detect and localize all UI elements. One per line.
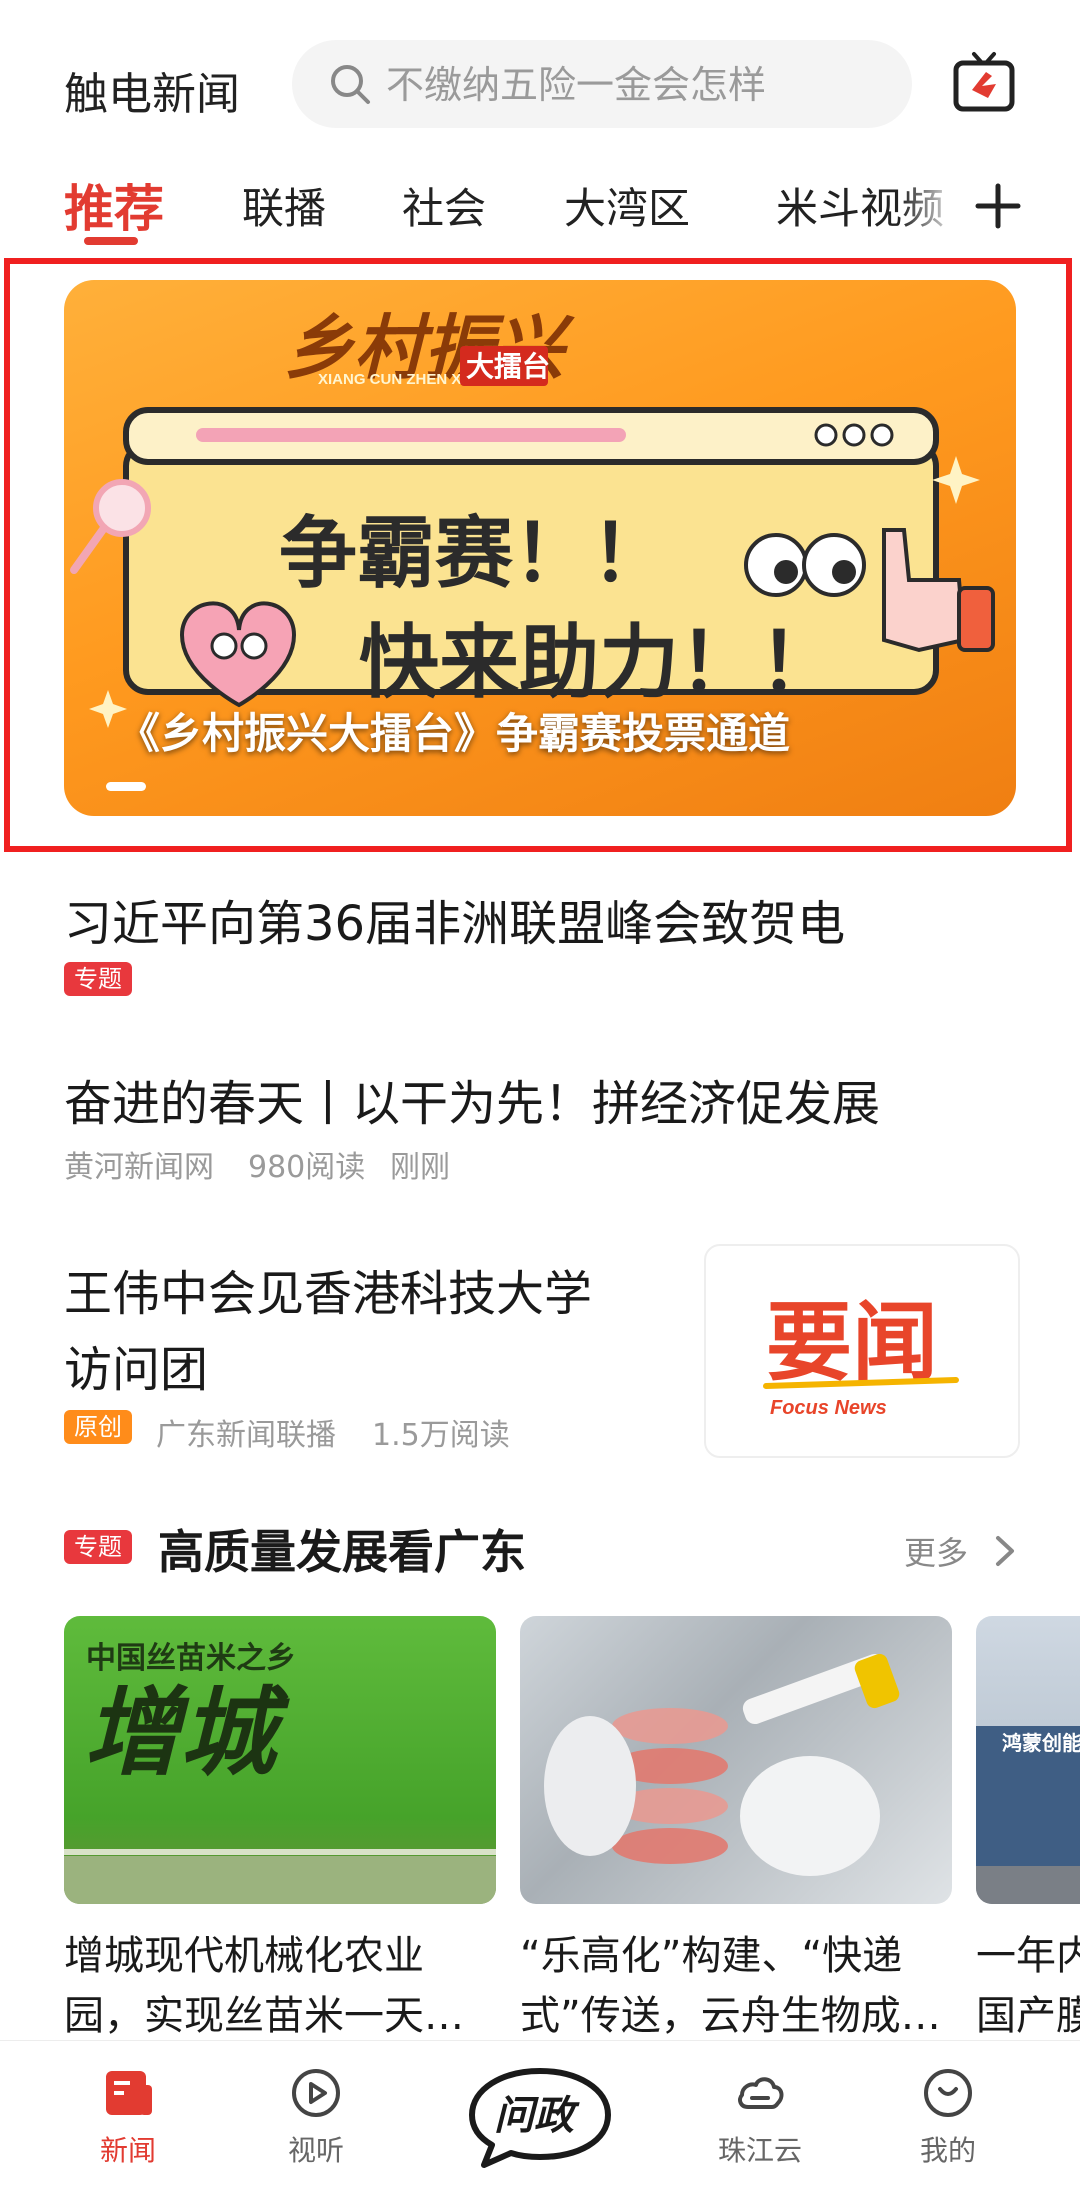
card-image-text-main: 增城 [84,1680,290,1787]
thumb-title: 要闻 [766,1293,938,1393]
news-reads: 980阅读 [248,1150,366,1185]
carousel-indicator [106,782,146,791]
search-bar[interactable] [292,40,912,128]
more-link[interactable]: 更多 [904,1528,968,1574]
cloud-icon [738,2077,784,2109]
search-icon [331,65,370,104]
play-icon [292,2069,340,2117]
wenzheng-speech-bubble-icon: 问政 [469,2068,611,2168]
banner-caption: 《乡村振兴大擂台》争霸赛投票通道 [118,709,791,758]
card-image-text: 鸿蒙创能 [1002,1731,1080,1755]
tab-society[interactable]: 社会 [402,175,486,236]
profile-icon [924,2069,972,2117]
plus-icon[interactable] [974,182,1022,230]
news-reads: 1.5万阅读 [372,1418,510,1453]
wenzheng-label: 问政 [494,2093,580,2139]
tab-recommend[interactable]: 推荐 [64,169,164,241]
banner-line2: 快来助力！！ [359,616,839,709]
bottom-nav: 新闻 视听 问政 珠江云 我的 [0,2040,1080,2205]
nav-pearl-river-cloud[interactable]: 珠江云 [700,2065,820,2169]
tab-greater-bay-area[interactable]: 大湾区 [564,175,690,236]
thumb-subtitle: Focus News [770,1397,887,1419]
topic-badge: 专题 [64,1530,132,1564]
search-input[interactable] [384,56,888,114]
news-source: 黄河新闻网 [64,1150,214,1185]
topic-card-title[interactable]: 增城现代机械化农业 园，实现丝苗米一天… [64,1926,496,2046]
nav-label: 我的 [919,2134,976,2167]
news-title-line2[interactable]: 访问团 [64,1330,208,1400]
topic-card-image[interactable]: 中国丝苗米之乡 增城 [64,1616,496,1904]
news-time: 刚刚 [390,1150,450,1185]
nav-label: 珠江云 [717,2134,802,2167]
topic-card-image[interactable]: 鸿蒙创能 [976,1616,1080,1904]
banner-carousel[interactable]: 乡村振兴 XIANG CUN ZHEN XING 大擂台 争霸赛！！ 快来助力！… [64,280,1016,816]
topic-card-title-line1: “乐高化”构建、“快递 [520,1933,903,1979]
nav-label: 新闻 [99,2134,156,2167]
topic-card-title-line1: 增城现代机械化农业 [64,1933,424,1979]
topic-card-title-line2: 园，实现丝苗米一天… [64,1993,464,2039]
nav-video[interactable]: 视听 [256,2065,376,2169]
nav-news[interactable]: 新闻 [68,2065,188,2169]
topic-badge: 专题 [64,962,132,996]
section-title: 高质量发展看广东 [158,1525,526,1579]
news-title[interactable]: 习近平向第36届非洲联盟峰会致贺电 [64,884,845,954]
top-bar: 触电新闻 [0,0,1080,170]
topic-card-title-line2: 式”传送，云舟生物成… [520,1993,941,2039]
topic-card-title-line2: 国产膜 [976,1993,1080,2039]
tab-active-indicator [84,237,138,245]
topic-card-title[interactable]: 一年内 国产膜 [976,1926,1080,2046]
nav-label: 视听 [287,2134,344,2167]
tabs-fade [900,170,960,250]
nav-wenzheng[interactable]: 问政 [466,2065,614,2169]
original-badge: 原创 [64,1410,132,1444]
topic-card-image[interactable] [520,1616,952,1904]
tv-icon[interactable] [952,50,1016,114]
tab-lianbo[interactable]: 联播 [242,175,326,236]
topic-card-title-line1: 一年内 [976,1933,1080,1979]
app-title: 触电新闻 [64,69,240,120]
banner-line1: 争霸赛！！ [279,509,669,599]
banner-brand-tag: 大擂台 [466,350,550,382]
news-icon [106,2071,152,2115]
news-title[interactable]: 奋进的春天丨以干为先！拼经济促发展 [64,1064,880,1134]
chevron-right-icon[interactable] [990,1534,1018,1568]
news-thumbnail[interactable]: 要闻 Focus News [704,1244,1020,1458]
topic-card-title[interactable]: “乐高化”构建、“快递 式”传送，云舟生物成… [520,1926,952,2046]
nav-mine[interactable]: 我的 [888,2065,1008,2169]
card-image-text-top: 中国丝苗米之乡 [86,1641,296,1676]
news-source: 广东新闻联播 [156,1418,336,1453]
news-title-line1[interactable]: 王伟中会见香港科技大学 [64,1254,592,1324]
